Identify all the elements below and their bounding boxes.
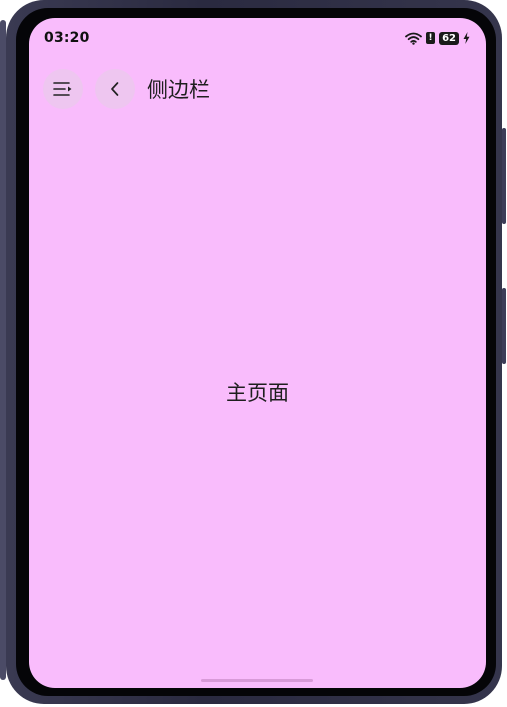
status-bar: 03:20 ! 62 — [29, 18, 486, 58]
chevron-left-icon — [111, 82, 119, 96]
status-icons: ! 62 — [405, 30, 470, 46]
lightning-icon — [463, 32, 470, 44]
status-time: 03:20 — [44, 30, 90, 46]
nav-bar: 侧边栏 — [43, 69, 210, 109]
battery-indicator: 62 — [439, 31, 459, 45]
wifi-icon — [405, 32, 422, 45]
sidebar-toggle-icon — [53, 82, 72, 96]
back-button[interactable] — [95, 69, 135, 109]
sidebar-toggle-button[interactable] — [43, 69, 83, 109]
page-title: 侧边栏 — [147, 78, 210, 102]
device-hinge-edge — [0, 20, 6, 680]
home-indicator[interactable] — [201, 679, 313, 682]
volume-button[interactable] — [502, 128, 506, 224]
screen: 03:20 ! 62 侧边栏 主页面 — [29, 18, 486, 688]
power-button[interactable] — [502, 288, 506, 364]
main-content-label: 主页面 — [226, 381, 289, 405]
alert-icon: ! — [426, 32, 436, 44]
